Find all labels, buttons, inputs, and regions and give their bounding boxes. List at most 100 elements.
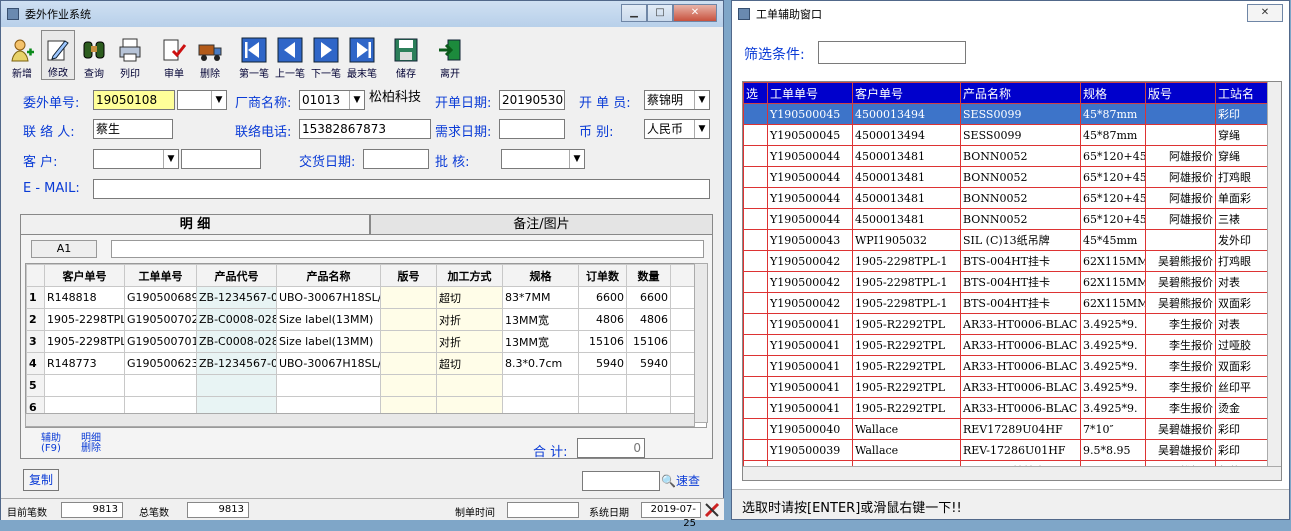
col-header[interactable]: 产品名称	[960, 82, 1081, 104]
table-cell[interactable]	[743, 103, 768, 125]
table-cell[interactable]: 阿雄报价	[1145, 166, 1216, 188]
table-cell[interactable]	[276, 374, 381, 397]
table-cell[interactable]: Y190500045	[767, 124, 853, 146]
table-cell[interactable]	[743, 124, 768, 146]
table-cell[interactable]: 62X115MM	[1080, 292, 1146, 314]
table-cell[interactable]: 62X115MM	[1080, 271, 1146, 293]
table-cell[interactable]: G190500701	[124, 330, 197, 353]
col-header[interactable]: 版号	[1145, 82, 1216, 104]
table-cell[interactable]: UBO-30067H18SL/I	[276, 352, 381, 375]
table-cell[interactable]: G190500623	[124, 352, 197, 375]
table-cell[interactable]: 65*120+45	[1080, 166, 1146, 188]
col-header[interactable]: 工单单号	[767, 82, 853, 104]
table-cell[interactable]: 吴碧熊报价	[1145, 292, 1216, 314]
customer-name-input[interactable]	[181, 149, 261, 169]
customer-select[interactable]: ▼	[93, 149, 179, 169]
table-cell[interactable]: SESS0099	[960, 103, 1081, 125]
list-row[interactable]: Y190500041 1905-R2292TPL AR33-HT0006-BLAC 3…	[743, 376, 1281, 398]
table-cell[interactable]: 6600	[626, 286, 671, 309]
table-cell[interactable]	[380, 286, 437, 309]
table-cell[interactable]: BONN0052	[960, 187, 1081, 209]
list-row[interactable]: Y190500039 Wallace REV-17286U01HF 9.5*8.95 吴…	[743, 439, 1281, 461]
maximize-button[interactable]: □	[647, 4, 673, 22]
order-no-dropdown[interactable]: ▼	[177, 90, 227, 110]
table-row[interactable]: 31905-2298TPLG190500701ZB-C0008-0286Size…	[26, 330, 699, 353]
table-cell[interactable]: BTS-004HT挂卡	[960, 271, 1081, 293]
table-cell[interactable]	[743, 145, 768, 167]
table-cell[interactable]	[44, 374, 125, 397]
table-cell[interactable]: Y190500042	[767, 292, 853, 314]
table-cell[interactable]: Y190500041	[767, 376, 853, 398]
table-cell[interactable]: Wallace	[852, 418, 961, 440]
table-cell[interactable]	[1145, 124, 1216, 146]
table-cell[interactable]: 62X115MM	[1080, 250, 1146, 272]
table-cell[interactable]: 1905-R2292TPL	[852, 376, 961, 398]
list-row[interactable]: Y190500042 1905-2298TPL-1 BTS-004HT挂卡 62X11…	[743, 250, 1281, 272]
col-header[interactable]: 产品名称	[276, 264, 381, 287]
table-cell[interactable]	[743, 271, 768, 293]
table-cell[interactable]	[743, 313, 768, 335]
col-header[interactable]: 版号	[380, 264, 437, 287]
filter-input[interactable]	[818, 41, 966, 64]
table-cell[interactable]: Y190500044	[767, 166, 853, 188]
table-cell[interactable]: 3.4925*9.	[1080, 334, 1146, 356]
table-cell[interactable]: 吴碧熊报价	[1145, 250, 1216, 272]
col-header[interactable]: 加工方式	[436, 264, 503, 287]
table-cell[interactable]: 1905-R2292TPL	[852, 355, 961, 377]
close-button[interactable]: ✕	[1247, 4, 1283, 22]
list-row[interactable]: Y190500041 1905-R2292TPL AR33-HT0006-BLAC 3…	[743, 334, 1281, 356]
col-header[interactable]: 客户单号	[852, 82, 961, 104]
table-cell[interactable]: Y190500041	[767, 355, 853, 377]
aux-button[interactable]: 辅助 (F9)	[41, 434, 61, 454]
table-cell[interactable]: 对折	[436, 308, 503, 331]
table-cell[interactable]: Y190500042	[767, 250, 853, 272]
list-row[interactable]: Y190500044 4500013481 BONN0052 65*120+45 阿雄报…	[743, 166, 1281, 188]
table-cell[interactable]: AR33-HT0006-BLAC	[960, 313, 1081, 335]
table-cell[interactable]	[743, 187, 768, 209]
list-row[interactable]: Y190500042 1905-2298TPL-1 BTS-004HT挂卡 62X11…	[743, 292, 1281, 314]
table-cell[interactable]: Y190500044	[767, 187, 853, 209]
email-input[interactable]	[93, 179, 710, 199]
table-cell[interactable]: 李生报价	[1145, 355, 1216, 377]
list-row[interactable]: Y190500042 1905-2298TPL-1 BTS-004HT挂卡 62X11…	[743, 271, 1281, 293]
table-cell[interactable]: 65*120+45	[1080, 208, 1146, 230]
table-row[interactable]: 4 R148773 G190500623 ZB-1234567-02 UBO-30067…	[26, 352, 699, 375]
table-cell[interactable]: 4500013481	[852, 166, 961, 188]
table-cell[interactable]: WPI1905032	[852, 229, 961, 251]
table-cell[interactable]: 3.4925*9.	[1080, 313, 1146, 335]
table-cell[interactable]: 李生报价	[1145, 334, 1216, 356]
table-cell[interactable]: 1905-2298TPL-1	[852, 250, 961, 272]
table-cell[interactable]: 超切	[436, 286, 503, 309]
table-cell[interactable]: G190500702	[124, 308, 197, 331]
table-cell[interactable]: 15106	[578, 330, 627, 353]
vertical-scrollbar[interactable]	[694, 263, 708, 423]
table-cell[interactable]: 65*120+45	[1080, 187, 1146, 209]
table-cell[interactable]: BONN0052	[960, 166, 1081, 188]
table-cell[interactable]: ZB-C0008-0286	[196, 308, 277, 331]
table-cell[interactable]: AR33-HT0006-BLAC	[960, 376, 1081, 398]
next-record-button[interactable]: 下一笔	[309, 30, 343, 80]
list-row[interactable]: Y190500041 1905-R2292TPL AR33-HT0006-BLAC 3…	[743, 313, 1281, 335]
table-cell[interactable]: BONN0052	[960, 145, 1081, 167]
table-cell[interactable]	[743, 208, 768, 230]
approve-select[interactable]: ▼	[501, 149, 585, 169]
table-cell[interactable]: 5940	[578, 352, 627, 375]
table-cell[interactable]	[743, 334, 768, 356]
table-cell[interactable]: AR33-HT0006-BLAC	[960, 334, 1081, 356]
table-cell[interactable]: Y190500044	[767, 208, 853, 230]
col-header[interactable]: 规格	[1080, 82, 1146, 104]
table-cell[interactable]: 李生报价	[1145, 313, 1216, 335]
table-row[interactable]: 1 R148818 G190500689 ZB-1234567-07 UBO-30067…	[26, 286, 699, 309]
opener-select[interactable]: 蔡锦明 ▼	[644, 90, 710, 110]
table-cell[interactable]: Y190500041	[767, 334, 853, 356]
table-cell[interactable]: 1905-2298TPL-1	[852, 271, 961, 293]
edit-button[interactable]: 修改	[41, 30, 75, 80]
table-cell[interactable]	[743, 250, 768, 272]
table-cell[interactable]	[502, 374, 579, 397]
table-cell[interactable]	[380, 308, 437, 331]
table-cell[interactable]: BTS-004HT挂卡	[960, 250, 1081, 272]
table-cell[interactable]	[743, 355, 768, 377]
table-cell[interactable]	[743, 376, 768, 398]
table-cell[interactable]: 4500013481	[852, 187, 961, 209]
table-cell[interactable]: 45*87mm	[1080, 103, 1146, 125]
